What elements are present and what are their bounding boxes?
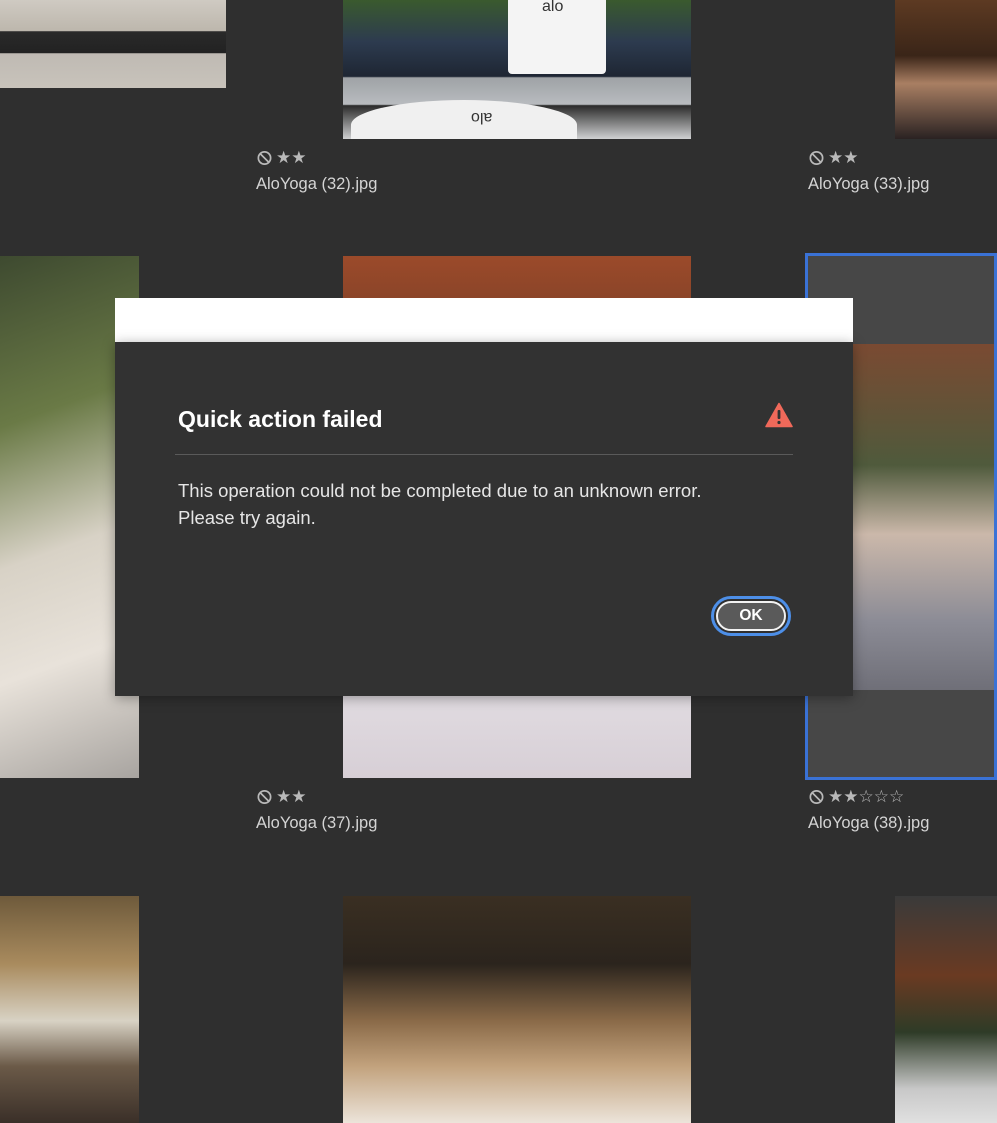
photo-thumbnail[interactable] — [343, 896, 691, 1123]
photo-thumbnail[interactable] — [895, 896, 997, 1123]
cushion-logo-text: alo — [471, 109, 493, 126]
dialog-title: Quick action failed — [178, 406, 383, 432]
bag-logo-text: alo — [542, 0, 564, 15]
photo-thumbnail[interactable] — [895, 0, 997, 139]
dialog-message: This operation could not be completed du… — [178, 477, 778, 531]
tote-bag: alo — [508, 0, 606, 74]
star-rating[interactable]: ★★ — [828, 148, 858, 168]
alert-triangle-icon — [765, 402, 793, 428]
rating-row: ★★ — [808, 148, 929, 168]
photo-thumbnail[interactable] — [0, 0, 226, 88]
rating-row: ★★ — [256, 787, 377, 807]
cushion: alo — [351, 100, 577, 139]
reject-flag-icon[interactable] — [808, 788, 825, 806]
photo-meta: ★★ AloYoga (33).jpg — [808, 148, 929, 194]
star-rating[interactable]: ★★ — [276, 148, 306, 168]
photo-thumbnail[interactable]: alo alo — [343, 0, 691, 139]
file-name: AloYoga (37).jpg — [256, 814, 378, 832]
reject-flag-icon[interactable] — [256, 788, 273, 806]
dialog-message-line: Please try again. — [178, 507, 316, 528]
dialog-message-line: This operation could not be completed du… — [178, 480, 702, 501]
ok-button-label[interactable]: OK — [716, 601, 786, 631]
reject-flag-icon[interactable] — [808, 149, 825, 167]
file-name: AloYoga (38).jpg — [808, 814, 930, 832]
photo-meta: ★★ AloYoga (32).jpg — [256, 148, 377, 194]
photo-thumbnail[interactable] — [0, 896, 139, 1123]
ok-button[interactable]: OK — [711, 596, 791, 636]
file-name: AloYoga (32).jpg — [256, 175, 378, 193]
rating-row: ★★☆☆☆ — [808, 787, 929, 807]
star-rating[interactable]: ★★ — [276, 787, 306, 807]
reject-flag-icon[interactable] — [256, 149, 273, 167]
dialog-header-bar — [115, 298, 853, 342]
file-name: AloYoga (33).jpg — [808, 175, 930, 193]
star-rating[interactable]: ★★☆☆☆ — [828, 787, 904, 807]
photo-grid-view: alo alo ★★ AloYoga (32).jpg ★★ AloYoga (… — [0, 0, 997, 1123]
dialog-divider — [175, 454, 793, 455]
error-dialog: Quick action failed This operation could… — [115, 342, 853, 696]
photo-meta: ★★☆☆☆ AloYoga (38).jpg — [808, 787, 929, 833]
rating-row: ★★ — [256, 148, 377, 168]
photo-meta: ★★ AloYoga (37).jpg — [256, 787, 377, 833]
